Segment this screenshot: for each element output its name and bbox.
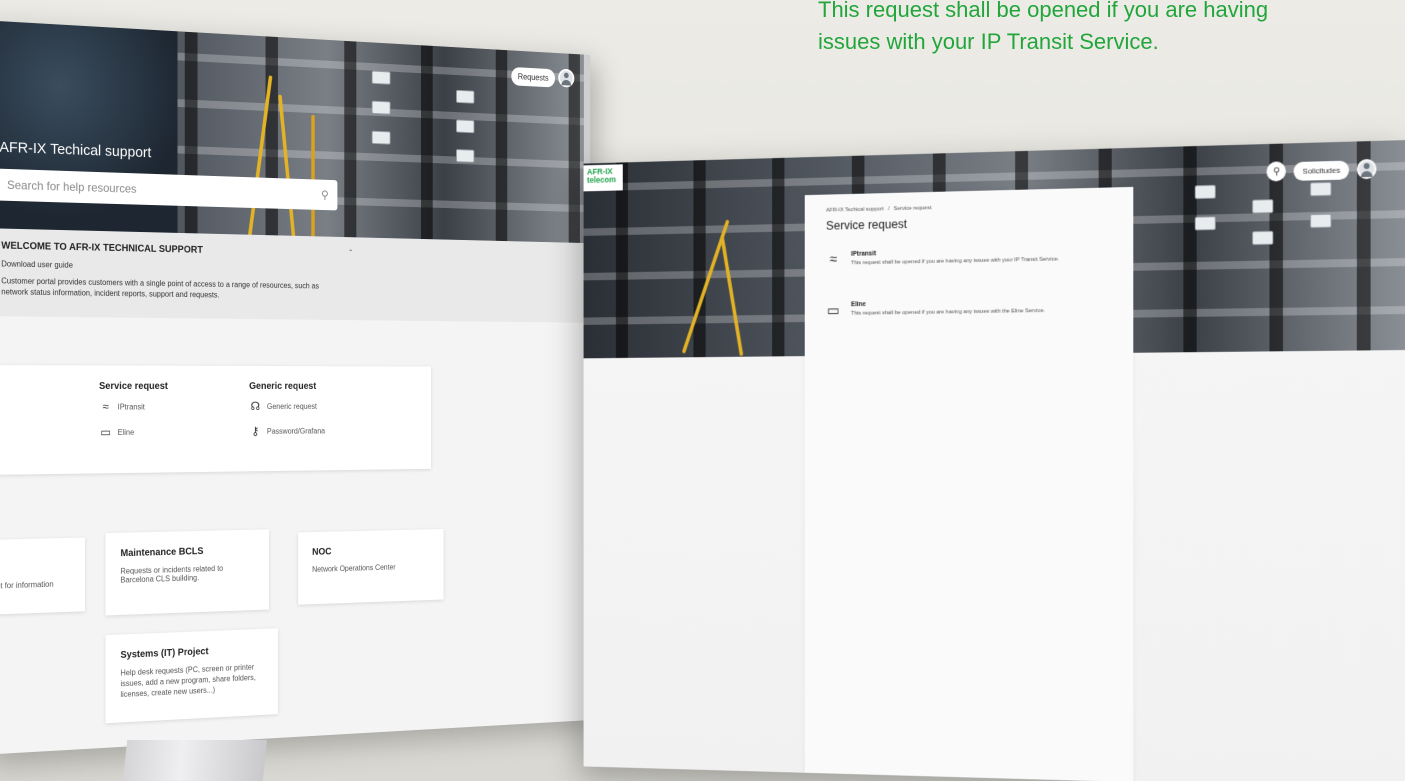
systems-it-card[interactable]: Systems (IT) Project Help desk requests … bbox=[105, 628, 278, 724]
request-categories-card: Service request ≈ IPtransit ▭ Eline Gene… bbox=[0, 365, 432, 475]
page-title: Service request bbox=[826, 216, 907, 233]
caption-line-1: This request shall be opened if you are … bbox=[818, 0, 1269, 22]
noc-title: NOC bbox=[312, 546, 332, 558]
search-icon[interactable]: ⚲ bbox=[1266, 161, 1287, 182]
iptransit-link[interactable]: ≈ IPtransit bbox=[99, 400, 168, 414]
marketing-caption: This request shall be opened if you are … bbox=[818, 0, 1398, 58]
welcome-panel: WELCOME TO AFR-IX TECHNICAL SUPPORT ˆ Do… bbox=[0, 228, 584, 323]
afrix-logo[interactable]: AFR-IX telecom bbox=[583, 164, 623, 192]
incident-card[interactable]: ident for information bbox=[0, 537, 85, 615]
monitor-stand bbox=[122, 740, 268, 781]
front-monitor-screen: AFR-IX telecom ⚲ Solicitudes AFR-IX Tech… bbox=[583, 140, 1405, 781]
maintenance-text: Requests or incidents related to Barcelo… bbox=[120, 564, 224, 585]
breadcrumb-root[interactable]: AFR-IX Techical support bbox=[826, 207, 884, 214]
back-monitor-screen: AFR-IX Techical support Search for help … bbox=[0, 20, 591, 755]
header-actions: ⚲ Solicitudes bbox=[1266, 158, 1377, 182]
chevron-up-icon[interactable]: ˆ bbox=[349, 248, 352, 257]
breadcrumb: AFR-IX Techical support / Service reques… bbox=[826, 201, 1111, 213]
maintenance-title: Maintenance BCLS bbox=[120, 546, 204, 560]
generic-request-group: Generic request ☊ Generic request ⚷ Pass… bbox=[249, 381, 325, 449]
eline-link[interactable]: ▭ Eline bbox=[99, 425, 168, 439]
hero-photo bbox=[0, 20, 584, 244]
noc-card[interactable]: NOC Network Operations Center bbox=[298, 528, 444, 605]
service-request-panel: AFR-IX Techical support / Service reques… bbox=[804, 186, 1134, 781]
headset-icon: ☊ bbox=[250, 399, 261, 413]
breadcrumb-separator: / bbox=[887, 206, 890, 213]
caption-line-2: issues with your IP Transit Service. bbox=[818, 28, 1159, 54]
search-placeholder: Search for help resources bbox=[7, 177, 137, 196]
user-avatar[interactable] bbox=[1356, 158, 1377, 180]
service-item-eline[interactable]: ▭ Eline This request shall be opened if … bbox=[826, 297, 1111, 319]
generic-request-title: Generic request bbox=[249, 381, 317, 392]
noc-text: Network Operations Center bbox=[312, 562, 396, 574]
systems-text: Help desk requests (PC, screen or printe… bbox=[120, 662, 256, 699]
key-icon: ⚷ bbox=[251, 424, 260, 438]
wifi-icon: ≈ bbox=[829, 251, 837, 268]
password-grafana-link[interactable]: ⚷ Password/Grafana bbox=[249, 424, 325, 438]
user-avatar[interactable] bbox=[558, 68, 575, 88]
laptop-icon: ▭ bbox=[826, 302, 840, 319]
welcome-heading: WELCOME TO AFR-IX TECHNICAL SUPPORT bbox=[1, 240, 203, 256]
search-icon[interactable]: ⚲ bbox=[321, 188, 329, 201]
welcome-text: Customer portal provides customers with … bbox=[1, 276, 319, 300]
breadcrumb-current: Service request bbox=[893, 205, 932, 212]
solicitudes-button[interactable]: Solicitudes bbox=[1293, 160, 1350, 181]
download-guide-link[interactable]: Download user guide bbox=[1, 259, 339, 276]
service-request-title: Service request bbox=[99, 381, 168, 392]
generic-request-link[interactable]: ☊ Generic request bbox=[249, 399, 325, 413]
systems-title: Systems (IT) Project bbox=[120, 646, 209, 661]
service-item-iptransit[interactable]: ≈ IPtransit This request shall be opened… bbox=[826, 246, 1111, 268]
maintenance-bcls-card[interactable]: Maintenance BCLS Requests or incidents r… bbox=[105, 529, 270, 616]
service-request-group: Service request ≈ IPtransit ▭ Eline bbox=[99, 381, 168, 451]
laptop-icon: ▭ bbox=[100, 425, 111, 440]
requests-button[interactable]: Requests bbox=[511, 66, 556, 88]
wifi-icon: ≈ bbox=[102, 399, 109, 414]
